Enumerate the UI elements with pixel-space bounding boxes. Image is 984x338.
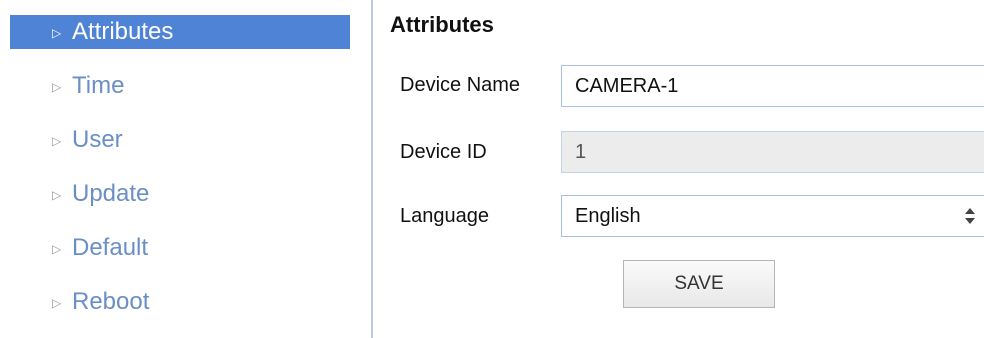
triangle-right-icon: ▷ xyxy=(52,26,62,40)
sidebar-item-label: Update xyxy=(72,180,150,207)
sidebar-item-attributes[interactable]: ▷ Attributes xyxy=(10,15,350,49)
language-select[interactable]: English xyxy=(561,195,984,237)
save-button[interactable]: SAVE xyxy=(623,260,775,308)
triangle-right-icon: ▷ xyxy=(52,242,62,256)
sidebar: ▷ Attributes ▷ Time ▷ User ▷ Update ▷ De… xyxy=(0,0,372,338)
language-select-value: English xyxy=(575,204,641,227)
sidebar-item-label: Attributes xyxy=(72,18,174,45)
sidebar-item-label: Reboot xyxy=(72,288,150,315)
sidebar-item-label: Time xyxy=(72,72,125,99)
sidebar-divider xyxy=(371,0,373,338)
updown-arrows-icon xyxy=(965,208,975,224)
sidebar-item-user[interactable]: ▷ User xyxy=(10,123,350,157)
device-name-label: Device Name xyxy=(400,74,521,96)
device-name-input[interactable] xyxy=(561,65,984,107)
device-id-label: Device ID xyxy=(400,141,487,163)
sidebar-item-default[interactable]: ▷ Default xyxy=(10,231,350,265)
sidebar-item-time[interactable]: ▷ Time xyxy=(10,69,350,103)
triangle-right-icon: ▷ xyxy=(52,134,62,148)
page-title: Attributes xyxy=(390,12,494,37)
device-id-input xyxy=(561,131,984,173)
triangle-right-icon: ▷ xyxy=(52,80,62,94)
triangle-right-icon: ▷ xyxy=(52,296,62,310)
triangle-right-icon: ▷ xyxy=(52,188,62,202)
language-label: Language xyxy=(400,205,489,227)
sidebar-item-label: Default xyxy=(72,234,149,261)
settings-page: ▷ Attributes ▷ Time ▷ User ▷ Update ▷ De… xyxy=(0,0,984,338)
sidebar-item-reboot[interactable]: ▷ Reboot xyxy=(10,285,350,319)
sidebar-item-update[interactable]: ▷ Update xyxy=(10,177,350,211)
sidebar-item-label: User xyxy=(72,126,123,153)
